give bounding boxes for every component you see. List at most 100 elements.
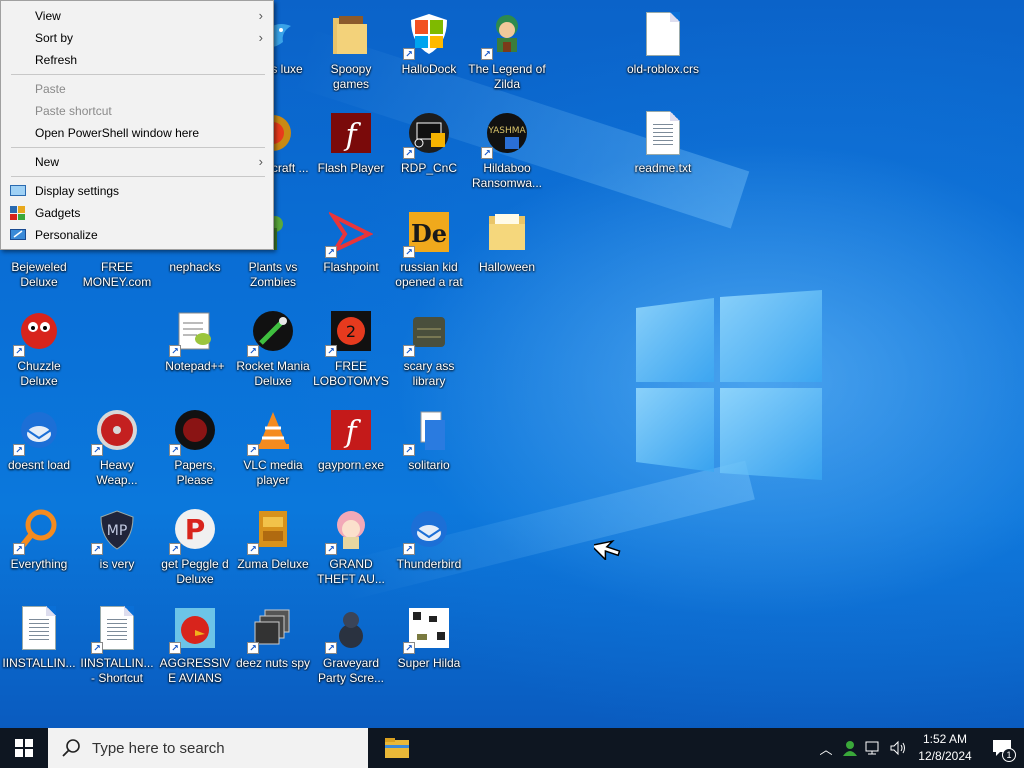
icon-label: Chuzzle Deluxe	[17, 359, 61, 388]
menu-item-display-settings[interactable]: Display settings	[1, 180, 273, 202]
shortcut-arrow-icon: ↗	[13, 345, 25, 357]
desktop-icon[interactable]: ↗ Rocket Mania Deluxe	[234, 303, 312, 399]
desktop-icon[interactable]: IINSTALLIN...	[0, 600, 78, 696]
remote-desktop-icon: ↗	[403, 109, 453, 159]
desktop-icon[interactable]: ↗ VLC media player	[234, 402, 312, 498]
menu-item-label: Paste shortcut	[35, 104, 112, 118]
flash-player-icon: f	[327, 109, 375, 157]
desktop-icon[interactable]: ↗ solitario	[390, 402, 468, 498]
desktop-icon[interactable]: ↗ doesnt load	[0, 402, 78, 498]
shortcut-arrow-icon: ↗	[403, 48, 415, 60]
flash-player-icon: f	[327, 406, 375, 454]
desktop-icon[interactable]: ↗ deez nuts spy	[234, 600, 312, 696]
desktop-icon[interactable]: readme.txt	[624, 105, 702, 201]
desktop-icon[interactable]: MP ↗ is very	[78, 501, 156, 597]
menu-item-open-powershell[interactable]: Open PowerShell window here	[1, 122, 273, 144]
menu-item-view[interactable]: View ›	[1, 5, 273, 27]
menu-item-sort-by[interactable]: Sort by ›	[1, 27, 273, 49]
chevron-right-icon: ›	[258, 154, 263, 169]
desktop-icon[interactable]: f gayporn.exe	[312, 402, 390, 498]
desktop-icon[interactable]: P ↗ get Peggle d Deluxe	[156, 501, 234, 597]
menu-item-label: Open PowerShell window here	[35, 126, 200, 140]
desktop-icon[interactable]: ↗ Thunderbird	[390, 501, 468, 597]
svg-text:YASHMA: YASHMA	[487, 126, 526, 136]
desktop-icon[interactable]: ↗ Zuma Deluxe	[234, 501, 312, 597]
desktop-icon[interactable]: YASHMA ↗ Hildaboo Ransomwa...	[468, 105, 546, 201]
desktop-icon[interactable]: ↗ Notepad++	[156, 303, 234, 399]
menu-item-paste-shortcut: Paste shortcut	[1, 100, 273, 122]
blank-file-icon	[639, 10, 687, 58]
shortcut-arrow-icon: ↗	[403, 345, 415, 357]
desktop-icon[interactable]: ↗ Heavy Weap...	[78, 402, 156, 498]
menu-item-gadgets[interactable]: Gadgets	[1, 202, 273, 224]
shortcut-arrow-icon: ↗	[13, 543, 25, 555]
icon-label: get Peggle d Deluxe	[161, 557, 229, 586]
icon-label: readme.txt	[634, 161, 692, 175]
shortcut-arrow-icon: ↗	[13, 444, 25, 456]
desktop-icon[interactable]: ↗ HalloDock	[390, 6, 468, 102]
desktop-icon[interactable]: ↗ AGGRESSIVE AVIANS	[156, 600, 234, 696]
zuma-icon: ↗	[247, 505, 297, 555]
icon-label: Plants vs Zombies	[248, 260, 298, 289]
network-icon[interactable]	[862, 728, 886, 768]
icon-label: Notepad++	[165, 359, 225, 373]
radiation-icon: ↗	[91, 406, 141, 456]
desktop-icon[interactable]: ↗ Papers, Please	[156, 402, 234, 498]
menu-separator	[11, 74, 265, 75]
desktop-icon[interactable]: De ↗ russian kid opened a rat	[390, 204, 468, 300]
desktop-icon[interactable]: ↗ Flashpoint	[312, 204, 390, 300]
graveyard-icon: ↗	[325, 604, 375, 654]
desktop-icon[interactable]: ↗ The Legend of Zilda	[468, 6, 546, 102]
shortcut-arrow-icon: ↗	[403, 246, 415, 258]
windows-logo-wallpaper	[636, 290, 822, 480]
shortcut-arrow-icon: ↗	[481, 48, 493, 60]
icon-label: nephacks	[169, 260, 221, 274]
desktop-icon[interactable]: ↗ Everything	[0, 501, 78, 597]
menu-item-refresh[interactable]: Refresh	[1, 49, 273, 71]
volume-icon[interactable]	[886, 728, 910, 768]
menu-item-personalize[interactable]: Personalize	[1, 224, 273, 246]
desktop-icon[interactable]: ↗ Super Hilda	[390, 600, 468, 696]
svg-text:P: P	[185, 513, 206, 546]
angry-birds-icon: ↗	[169, 604, 219, 654]
start-button[interactable]	[0, 728, 48, 768]
desktop-icon[interactable]: old-roblox.crs	[624, 6, 702, 102]
shortcut-arrow-icon: ↗	[91, 642, 103, 654]
icon-label: old-roblox.crs	[626, 62, 700, 76]
desktop-icon[interactable]: ↗ GRAND THEFT AU...	[312, 501, 390, 597]
notepad-plus-plus-icon: ↗	[169, 307, 219, 357]
gadgets-icon	[10, 206, 25, 220]
menu-item-label: Sort by	[35, 31, 74, 45]
menu-item-new[interactable]: New ›	[1, 151, 273, 173]
taskbar-clock[interactable]: 1:52 AM 12/8/2024	[910, 731, 980, 765]
chevron-right-icon: ›	[258, 30, 263, 45]
taskbar-file-explorer[interactable]	[370, 728, 424, 768]
chevron-up-icon[interactable]: ︿	[814, 728, 838, 768]
shortcut-arrow-icon: ↗	[169, 642, 181, 654]
taskbar-search-box[interactable]: Type here to search	[48, 728, 368, 768]
desktop-icon[interactable]: ↗ RDP_CnC	[390, 105, 468, 201]
de-logo-icon: De ↗	[403, 208, 453, 258]
text-file-icon: ↗	[91, 604, 141, 654]
thunderbird-icon: ↗	[13, 406, 63, 456]
desktop-icon[interactable]: ↗ IINSTALLIN... - Shortcut	[78, 600, 156, 696]
rocket-mania-icon: ↗	[247, 307, 297, 357]
shortcut-arrow-icon: ↗	[247, 543, 259, 555]
user-status-icon[interactable]	[838, 728, 862, 768]
desktop-icon[interactable]: ↗ Chuzzle Deluxe	[0, 303, 78, 399]
menu-item-paste: Paste	[1, 78, 273, 100]
desktop-icon[interactable]: ↗ scary ass library	[390, 303, 468, 399]
menu-item-label: Refresh	[35, 53, 78, 67]
papers-please-icon: ↗	[169, 406, 219, 456]
desktop-icon[interactable]: 2 ↗ FREE LOBOTOMYS	[312, 303, 390, 399]
desktop-icon[interactable]: ↗ Graveyard Party Scre...	[312, 600, 390, 696]
windows-start-icon	[15, 739, 33, 757]
action-center-button[interactable]: 1	[980, 728, 1024, 768]
vlc-icon: ↗	[247, 406, 297, 456]
svg-text:De: De	[411, 219, 447, 248]
desktop-icon[interactable]: f Flash Player	[312, 105, 390, 201]
desktop-icon[interactable]: Spoopy games	[312, 6, 390, 102]
shortcut-arrow-icon: ↗	[247, 345, 259, 357]
desktop-icon[interactable]: Halloween	[468, 204, 546, 300]
folder-icon	[385, 738, 409, 758]
